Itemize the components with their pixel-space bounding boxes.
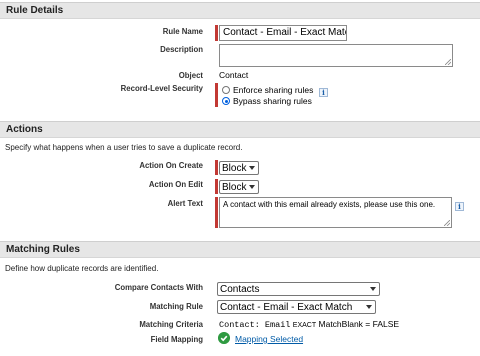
action-on-edit-label: Action On Edit — [148, 180, 203, 189]
action-on-create-value: Block — [222, 163, 247, 174]
object-value: Contact — [219, 70, 249, 80]
matching-rules-header: Matching Rules — [0, 241, 480, 258]
required-indicator — [215, 25, 218, 41]
compare-contacts-select[interactable]: Contacts — [217, 282, 380, 296]
chevron-down-icon — [366, 305, 372, 309]
bypass-sharing-label[interactable]: Bypass sharing rules — [233, 96, 312, 106]
chevron-down-icon — [370, 287, 376, 291]
chevron-down-icon — [249, 185, 255, 189]
rule-details-header: Rule Details — [0, 2, 480, 19]
field-mapping-label: Field Mapping — [150, 335, 203, 344]
object-label: Object — [178, 71, 203, 80]
matching-rule-value: Contact - Email - Exact Match — [220, 302, 353, 313]
info-icon[interactable]: i — [319, 88, 328, 97]
alert-text-label: Alert Text — [167, 199, 203, 208]
mapping-selected-link[interactable]: Mapping Selected — [235, 334, 303, 344]
resize-handle-icon[interactable] — [445, 59, 451, 65]
enforce-sharing-radio[interactable] — [222, 86, 230, 94]
matching-rule-label: Matching Rule — [149, 302, 203, 311]
actions-header: Actions — [0, 121, 480, 138]
criteria-operator: EXACT — [292, 322, 317, 329]
checkmark-icon — [218, 332, 230, 344]
alert-text-value: A contact with this email already exists… — [223, 200, 436, 209]
required-indicator — [215, 179, 218, 194]
matching-criteria-label: Matching Criteria — [139, 320, 203, 329]
criteria-field: Contact: Email — [219, 320, 291, 330]
rule-name-input[interactable]: Contact - Email - Exact Matc — [219, 25, 347, 41]
matching-rule-select[interactable]: Contact - Email - Exact Match — [217, 300, 376, 314]
matching-rules-description: Define how duplicate records are identif… — [5, 264, 159, 273]
description-textarea[interactable] — [219, 44, 453, 67]
enforce-sharing-label[interactable]: Enforce sharing rules — [233, 85, 313, 95]
action-on-edit-select[interactable]: Block — [219, 180, 259, 194]
resize-handle-icon[interactable] — [444, 220, 450, 226]
bypass-sharing-radio[interactable] — [222, 97, 230, 105]
action-on-edit-value: Block — [222, 182, 247, 193]
chevron-down-icon — [249, 166, 255, 170]
rule-name-label: Rule Name — [162, 27, 203, 36]
criteria-matchblank: MatchBlank = FALSE — [318, 319, 400, 329]
required-indicator — [215, 197, 218, 228]
actions-description: Specify what happens when a user tries t… — [5, 143, 243, 152]
alert-text-textarea[interactable]: A contact with this email already exists… — [219, 197, 452, 228]
compare-contacts-value: Contacts — [220, 284, 260, 295]
action-on-create-select[interactable]: Block — [219, 161, 259, 175]
info-icon[interactable]: i — [455, 202, 464, 211]
required-indicator — [215, 160, 218, 175]
matching-criteria-value: Contact: Email EXACT MatchBlank = FALSE — [219, 319, 399, 330]
description-label: Description — [160, 45, 203, 54]
compare-contacts-label: Compare Contacts With — [114, 283, 203, 292]
action-on-create-label: Action On Create — [139, 161, 203, 170]
record-level-security-label: Record-Level Security — [120, 84, 203, 93]
required-indicator — [215, 83, 218, 107]
